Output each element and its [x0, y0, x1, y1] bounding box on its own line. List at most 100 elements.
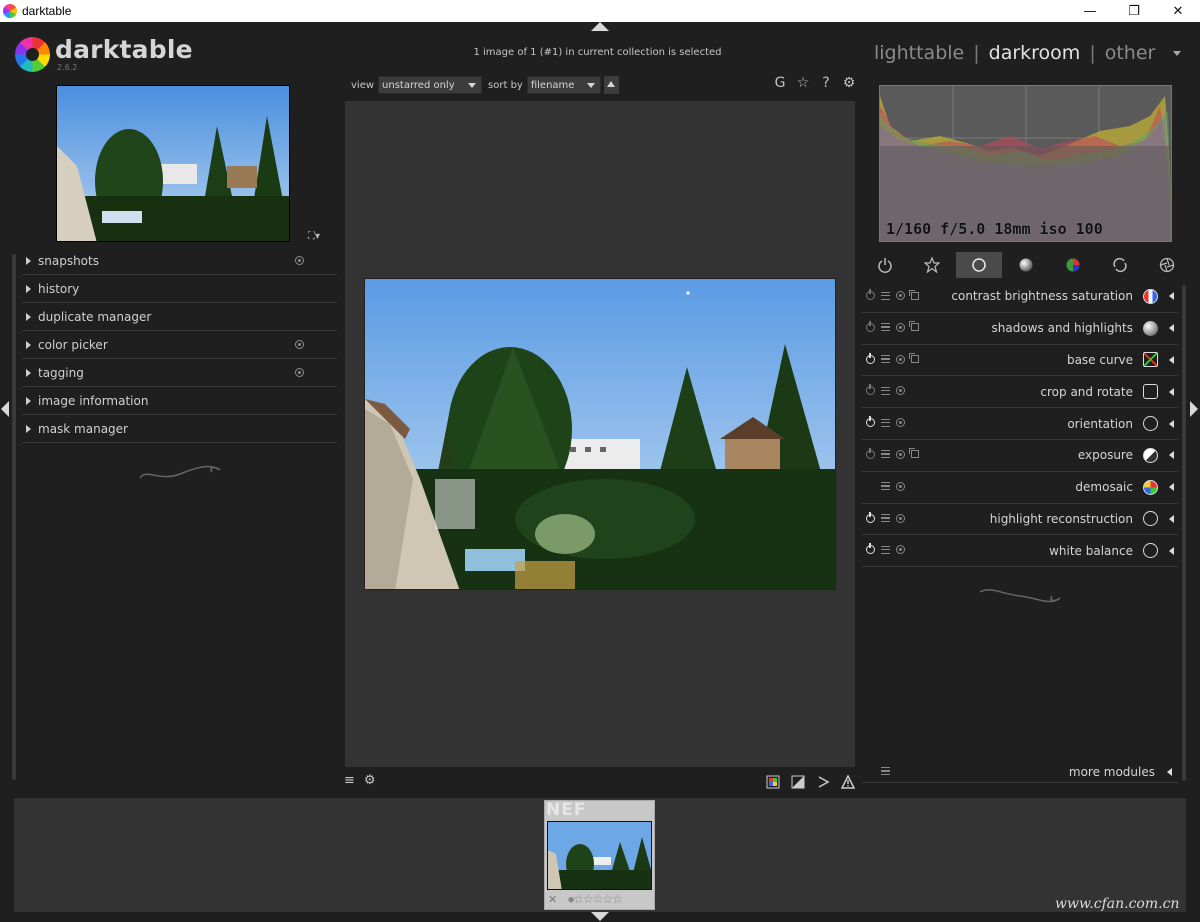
group-basic[interactable]	[956, 252, 1002, 278]
sort-direction-button[interactable]	[603, 76, 619, 94]
raw-overexposed-icon[interactable]	[791, 775, 805, 789]
module-snapshots[interactable]: snapshots	[22, 247, 337, 275]
histogram[interactable]	[879, 85, 1172, 242]
expand-triangle-icon[interactable]	[1169, 546, 1174, 555]
module-white-balance[interactable]: white balance	[862, 535, 1178, 568]
reset-icon[interactable]	[295, 368, 304, 377]
reject-icon[interactable]: ✕	[548, 893, 557, 906]
multi-instance-icon[interactable]	[881, 323, 890, 332]
expand-triangle-icon[interactable]	[1169, 387, 1174, 396]
presets-icon[interactable]	[909, 448, 919, 459]
group-color[interactable]	[1050, 252, 1096, 278]
power-toggle-icon[interactable]	[866, 384, 875, 396]
sort-combo[interactable]: filename	[526, 76, 601, 94]
left-panel-scrollbar[interactable]	[12, 254, 16, 780]
view-darkroom[interactable]: darkroom	[989, 42, 1081, 64]
group-correct[interactable]	[1097, 252, 1143, 278]
power-toggle-icon[interactable]	[866, 447, 875, 459]
multi-instance-icon[interactable]	[881, 482, 890, 491]
reset-icon[interactable]	[896, 386, 905, 396]
collapse-bottom-panel-arrow-icon[interactable]	[591, 912, 609, 921]
module-tagging[interactable]: tagging	[22, 359, 337, 387]
views-dropdown-icon[interactable]	[1173, 51, 1181, 56]
expand-triangle-icon[interactable]	[1167, 768, 1172, 776]
power-toggle-icon[interactable]	[866, 543, 875, 555]
group-active-modules[interactable]	[862, 252, 908, 278]
navigation-preview[interactable]	[56, 85, 290, 242]
preview-expand-icon[interactable]: ⛶▾	[308, 231, 320, 242]
view-filter-combo[interactable]: unstarred only	[378, 76, 483, 94]
expand-triangle-icon[interactable]	[1169, 324, 1174, 333]
expand-triangle-icon[interactable]	[1169, 355, 1174, 364]
reset-icon[interactable]	[896, 449, 905, 459]
expand-triangle-icon[interactable]	[1169, 483, 1174, 492]
multi-instance-icon[interactable]	[881, 545, 890, 554]
overlays-star-icon[interactable]: ☆	[795, 75, 811, 91]
right-panel-scrollbar[interactable]	[1182, 285, 1186, 781]
group-favorites[interactable]	[909, 252, 955, 278]
rating-stars[interactable]: ☆☆☆☆☆	[573, 892, 623, 906]
reset-icon[interactable]	[896, 481, 905, 491]
power-toggle-icon[interactable]	[866, 416, 875, 428]
presets-icon[interactable]	[909, 353, 919, 364]
styles-icon[interactable]: ⚙	[364, 773, 376, 788]
module-crop-and-rotate[interactable]: crop and rotate	[862, 376, 1178, 409]
presets-icon[interactable]	[909, 321, 919, 332]
star-rating[interactable]: ●☆☆☆☆☆	[568, 892, 623, 906]
more-modules[interactable]: more modules	[862, 761, 1178, 783]
multi-instance-icon[interactable]	[881, 514, 890, 523]
collapse-top-panel-arrow-icon[interactable]	[591, 22, 609, 31]
module-duplicate-manager[interactable]: duplicate manager	[22, 303, 337, 331]
expand-triangle-icon[interactable]	[1169, 451, 1174, 460]
multi-instance-icon[interactable]	[881, 450, 890, 459]
module-base-curve[interactable]: base curve	[862, 345, 1178, 377]
module-history[interactable]: history	[22, 275, 337, 303]
group-effect[interactable]	[1144, 252, 1190, 278]
multi-instance-icon[interactable]	[881, 291, 890, 300]
maximize-button[interactable]: ❐	[1112, 0, 1156, 22]
help-icon[interactable]: ?	[818, 75, 834, 91]
reset-icon[interactable]	[896, 545, 905, 555]
power-toggle-icon[interactable]	[866, 511, 875, 523]
reset-icon[interactable]	[896, 513, 905, 523]
multi-instance-icon[interactable]	[881, 418, 890, 427]
filmstrip-thumbnail-image[interactable]	[547, 821, 652, 890]
multi-instance-icon[interactable]	[881, 386, 890, 395]
main-image[interactable]	[364, 278, 836, 590]
gamut-check-icon[interactable]	[841, 775, 855, 789]
softproof-icon[interactable]	[816, 775, 830, 789]
presets-icon[interactable]	[909, 289, 919, 300]
expand-triangle-icon[interactable]	[1169, 292, 1174, 301]
expand-triangle-icon[interactable]	[1169, 419, 1174, 428]
module-demosaic[interactable]: demosaic	[862, 472, 1178, 504]
module-color-picker[interactable]: color picker	[22, 331, 337, 359]
minimize-button[interactable]: —	[1068, 0, 1112, 22]
module-contrast-brightness-saturation[interactable]: contrast brightness saturation	[862, 281, 1178, 313]
reset-icon[interactable]	[896, 418, 905, 428]
collapse-right-panel-arrow-icon[interactable]	[1190, 401, 1198, 417]
expand-triangle-icon[interactable]	[1169, 514, 1174, 523]
reset-icon[interactable]	[295, 256, 304, 265]
reset-icon[interactable]	[896, 291, 905, 300]
module-exposure[interactable]: exposure	[862, 440, 1178, 472]
view-other[interactable]: other	[1105, 42, 1156, 64]
module-highlight-reconstruction[interactable]: highlight reconstruction	[862, 504, 1178, 536]
group-tone[interactable]	[1003, 252, 1049, 278]
quick-access-menu-icon[interactable]: ≡	[344, 773, 355, 788]
close-button[interactable]: ✕	[1156, 0, 1200, 22]
power-toggle-icon[interactable]	[866, 352, 875, 364]
module-mask-manager[interactable]: mask manager	[22, 415, 337, 443]
reset-icon[interactable]	[896, 322, 905, 332]
reset-icon[interactable]	[295, 340, 304, 349]
preferences-gear-icon[interactable]: ⚙	[841, 75, 857, 91]
grouping-icon[interactable]: G	[772, 75, 788, 91]
module-image-information[interactable]: image information	[22, 387, 337, 415]
power-toggle-icon[interactable]	[866, 289, 875, 300]
module-orientation[interactable]: orientation	[862, 408, 1178, 440]
module-shadows-and-highlights[interactable]: shadows and highlights	[862, 313, 1178, 345]
color-assessment-icon[interactable]	[766, 775, 780, 789]
reset-icon[interactable]	[896, 354, 905, 364]
collapse-left-panel-arrow-icon[interactable]	[1, 401, 9, 417]
view-lighttable[interactable]: lighttable	[874, 42, 964, 64]
power-toggle-icon[interactable]	[866, 320, 875, 332]
